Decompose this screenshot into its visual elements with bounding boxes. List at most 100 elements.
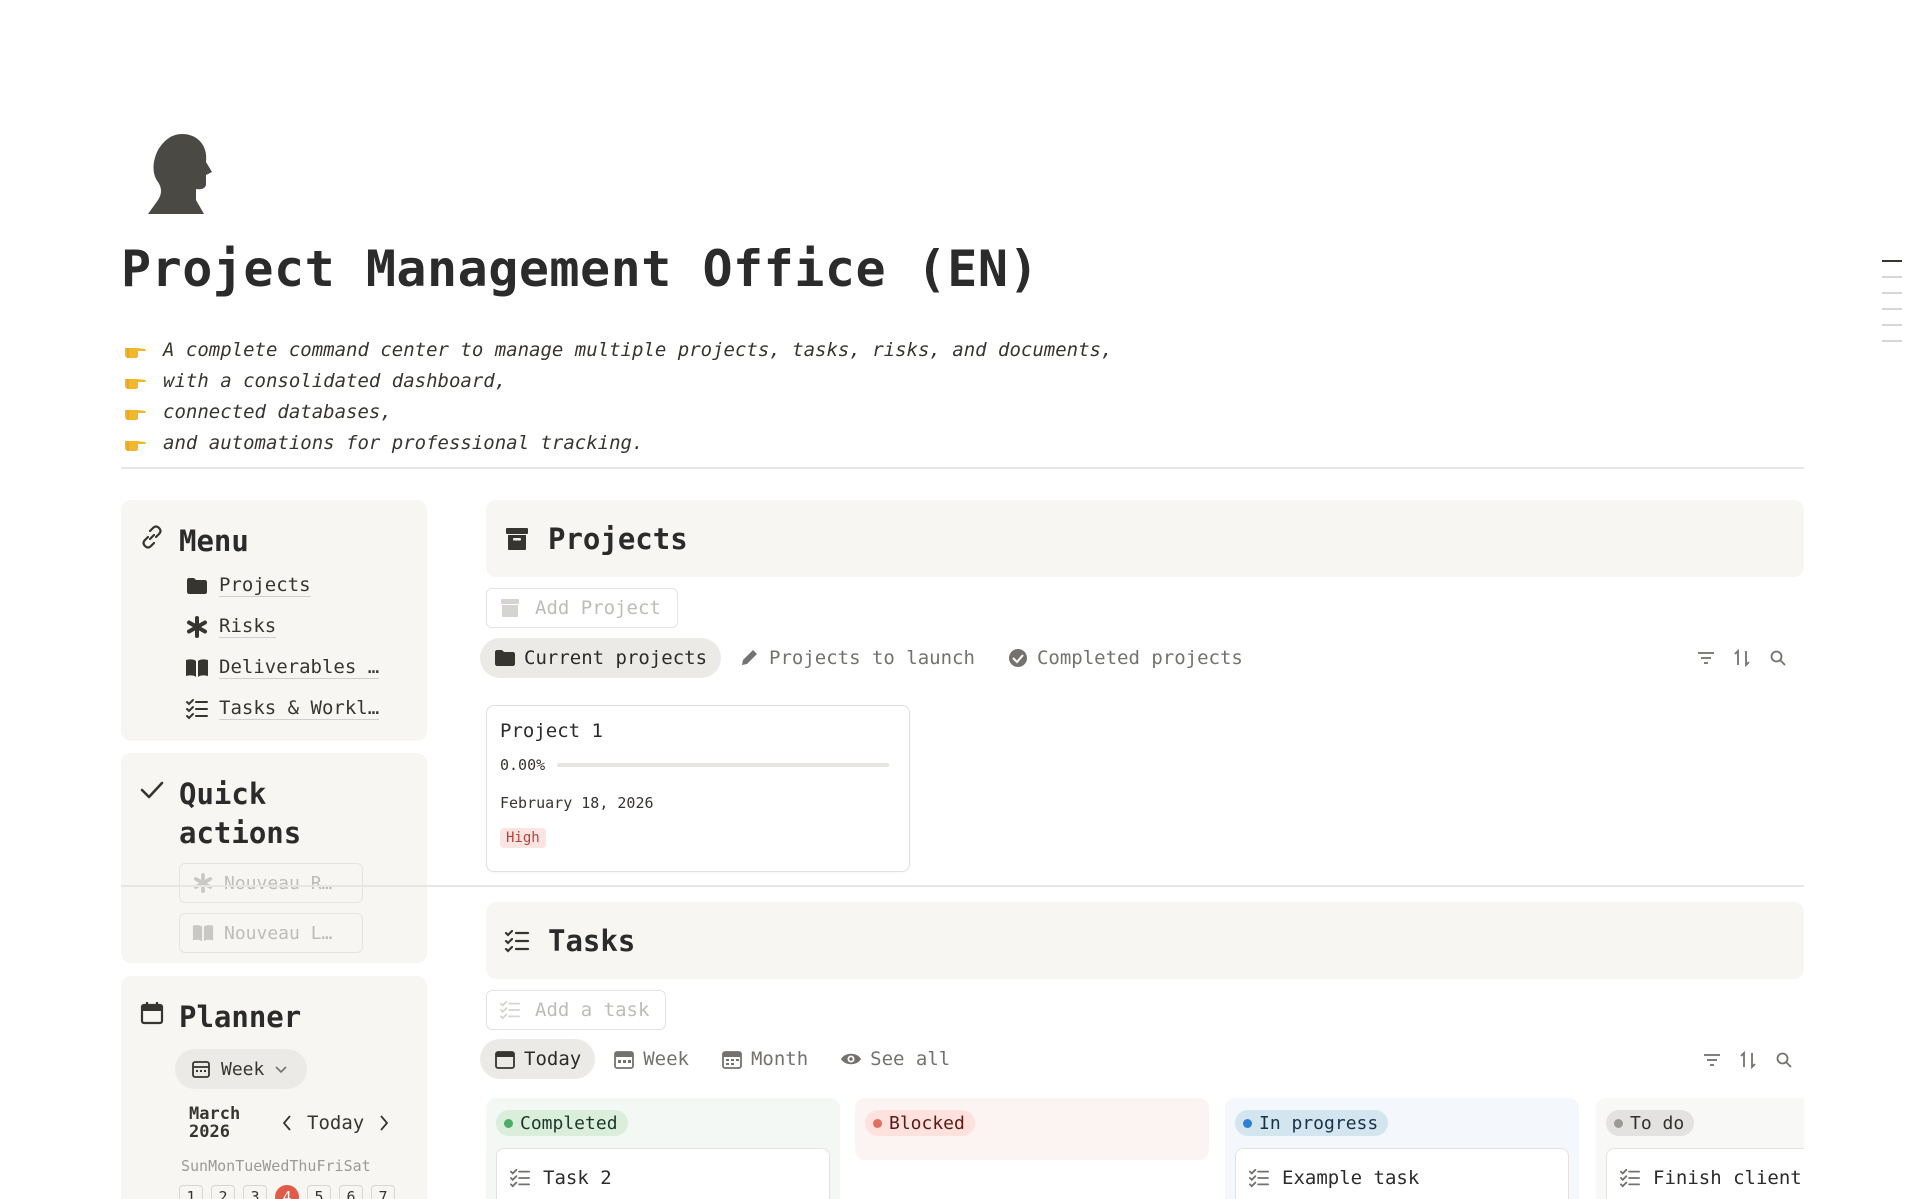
today-button[interactable]: Today	[307, 1112, 364, 1134]
planner-title: Planner	[179, 1000, 302, 1034]
status-dot	[873, 1118, 882, 1128]
quick-actions-header: Quick actions	[121, 753, 427, 853]
task-card[interactable]: Finish client	[1606, 1148, 1804, 1199]
calendar-date[interactable]: 5	[307, 1185, 331, 1199]
archive-box-icon	[506, 527, 528, 550]
asterisk-icon	[193, 873, 213, 893]
tab-projects-to-launch[interactable]: Projects to launch	[725, 638, 989, 678]
menu-item-label: Risks	[219, 615, 277, 638]
priority-badge: High	[500, 828, 546, 848]
eye-icon	[841, 1053, 862, 1065]
pointing-hand-icon	[125, 378, 146, 389]
toc-marker[interactable]	[1882, 308, 1902, 310]
table-of-contents[interactable]	[1882, 260, 1902, 356]
sort-icon[interactable]	[1739, 1051, 1757, 1069]
page-description: A complete command center to manage mult…	[123, 334, 1112, 458]
toc-marker[interactable]	[1882, 340, 1902, 342]
planner-view-label: Week	[221, 1058, 265, 1080]
task-title: Example task	[1282, 1167, 1420, 1189]
calendar-date[interactable]: 7	[371, 1185, 395, 1199]
calendar-date[interactable]: 2	[211, 1185, 235, 1199]
status-badge[interactable]: In progress	[1235, 1110, 1389, 1136]
planner-header: Planner	[121, 976, 427, 1037]
calendar-date-today[interactable]: 4	[275, 1185, 299, 1199]
checklist-icon	[1248, 1168, 1269, 1188]
add-task-button[interactable]: Add a task	[486, 990, 667, 1030]
new-deliverable-button[interactable]: Nouveau L…	[179, 913, 363, 953]
tab-label: Projects to launch	[769, 647, 975, 669]
menu-item-projects[interactable]: Projects	[121, 565, 427, 606]
tab-label: Completed projects	[1036, 647, 1243, 669]
toc-marker[interactable]	[1882, 292, 1902, 294]
search-icon[interactable]	[1775, 1051, 1793, 1069]
search-icon[interactable]	[1769, 649, 1787, 667]
status-badge[interactable]: To do	[1606, 1110, 1695, 1136]
pointing-hand-icon	[125, 347, 146, 358]
calendar-week-icon	[614, 1051, 635, 1069]
asterisk-icon	[185, 615, 209, 638]
tab-week[interactable]: Week	[599, 1039, 703, 1079]
menu-card: Menu Projects Risks Deliverables … Tasks…	[121, 500, 427, 741]
tab-completed-projects[interactable]: Completed projects	[993, 638, 1257, 678]
checklist-icon	[1619, 1168, 1640, 1188]
filter-icon[interactable]	[1697, 649, 1715, 667]
chevron-down-icon	[275, 1066, 287, 1074]
calendar-date[interactable]: 6	[339, 1185, 363, 1199]
tab-current-projects[interactable]: Current projects	[480, 638, 722, 678]
checklist-icon	[509, 1168, 530, 1188]
status-dot	[1614, 1118, 1623, 1128]
toc-marker[interactable]	[1882, 324, 1902, 326]
menu-item-label: Projects	[219, 574, 311, 597]
description-text: A complete command center to manage mult…	[163, 338, 1113, 361]
new-risk-button[interactable]: Nouveau R…	[179, 863, 363, 903]
menu-header: Menu	[121, 500, 427, 561]
description-line: and automations for professional trackin…	[123, 427, 1112, 458]
pointing-hand-icon	[125, 409, 146, 420]
menu-item-risks[interactable]: Risks	[121, 606, 427, 647]
status-dot	[1243, 1118, 1252, 1128]
menu-item-tasks[interactable]: Tasks & Workl…	[121, 688, 427, 729]
tab-label: See all	[870, 1048, 951, 1070]
menu-title: Menu	[179, 524, 249, 558]
task-title: Task 2	[543, 1167, 612, 1189]
tasks-toolbar	[1703, 1051, 1793, 1069]
task-title: Finish client	[1653, 1167, 1802, 1189]
checklist-icon	[185, 698, 209, 720]
filter-icon[interactable]	[1703, 1051, 1721, 1069]
calendar-dates: 1 2 3 4 5 6 7	[179, 1185, 427, 1199]
calendar-icon	[140, 1002, 164, 1025]
tab-month[interactable]: Month	[707, 1039, 822, 1079]
tab-see-all[interactable]: See all	[826, 1039, 964, 1079]
toc-marker[interactable]	[1882, 276, 1902, 278]
task-card[interactable]: Example task	[1235, 1148, 1569, 1199]
sort-icon[interactable]	[1733, 649, 1751, 667]
tab-today[interactable]: Today	[480, 1039, 596, 1079]
menu-item-label: Tasks & Workl…	[219, 697, 380, 720]
description-text: with a consolidated dashboard,	[163, 369, 507, 392]
projects-header: Projects	[486, 500, 1804, 577]
folder-icon	[185, 575, 209, 597]
tasks-view-tabs: Today Week Month See all	[480, 1039, 968, 1079]
calendar-date[interactable]: 1	[179, 1185, 203, 1199]
status-badge[interactable]: Blocked	[865, 1110, 975, 1136]
project-card[interactable]: Project 1 0.00% February 18, 2026 High	[486, 705, 910, 872]
calendar-week-icon	[192, 1061, 210, 1078]
task-card[interactable]: Task 2	[496, 1148, 830, 1199]
description-line: connected databases,	[123, 396, 1112, 427]
pointing-hand-icon	[125, 440, 146, 451]
chevron-right-icon[interactable]	[378, 1114, 390, 1132]
calendar-date[interactable]: 3	[243, 1185, 267, 1199]
add-project-button[interactable]: Add Project	[486, 588, 678, 628]
tab-label: Week	[643, 1048, 689, 1070]
status-badge[interactable]: Completed	[496, 1110, 628, 1136]
planner-view-dropdown[interactable]: Week	[175, 1049, 307, 1089]
check-icon	[140, 781, 164, 799]
description-text: connected databases,	[163, 400, 392, 423]
checklist-icon	[504, 929, 530, 953]
chevron-left-icon[interactable]	[281, 1114, 293, 1132]
toc-marker[interactable]	[1882, 260, 1902, 262]
calendar-nav: Today	[281, 1112, 390, 1134]
calendar-weekdays: Sun Mon Tue Wed Thu Fri Sat	[181, 1157, 371, 1175]
menu-item-deliverables[interactable]: Deliverables …	[121, 647, 427, 688]
tasks-title: Tasks	[548, 923, 636, 958]
